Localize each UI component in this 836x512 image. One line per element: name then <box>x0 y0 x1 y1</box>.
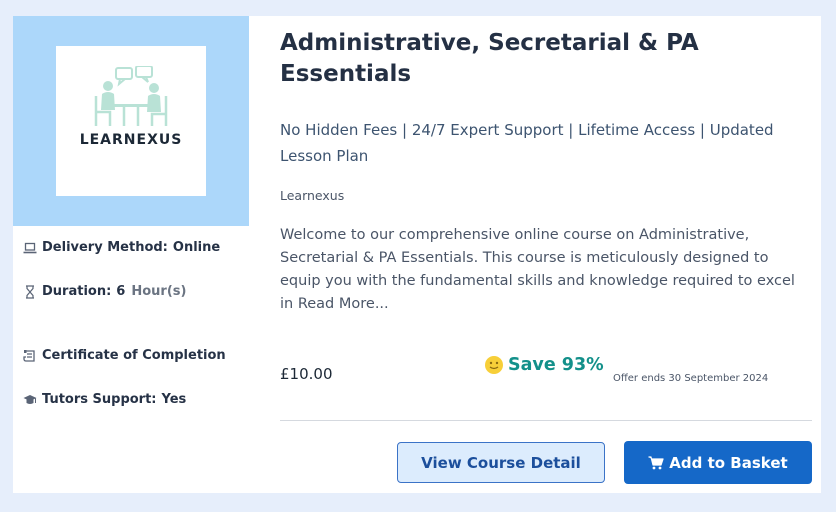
tutors-label: Tutors Support: <box>42 392 157 407</box>
tutors-value: Yes <box>161 392 187 407</box>
read-more-link[interactable]: Read More... <box>298 296 389 312</box>
provider-logo: LEARNEXUS <box>56 46 206 196</box>
cart-icon <box>648 455 664 469</box>
course-thumbnail[interactable]: LEARNEXUS <box>13 16 249 226</box>
course-title[interactable]: Administrative, Secretarial & PA Essenti… <box>280 28 800 90</box>
offer-ends: Offer ends 30 September 2024 <box>613 373 769 384</box>
course-details: Administrative, Secretarial & PA Essenti… <box>280 16 812 493</box>
duration-value: 6 <box>116 284 126 299</box>
certificate: Certificate of Completion <box>23 348 226 363</box>
course-features: No Hidden Fees | 24/7 Expert Support | L… <box>280 121 774 165</box>
certificate-label: Certificate of Completion <box>42 348 226 363</box>
course-price: £10.00 <box>280 365 333 383</box>
delivery-label: Delivery Method: <box>42 240 168 255</box>
save-percentage: Save 93% <box>508 355 604 375</box>
logo-text: LEARNEXUS <box>79 132 183 148</box>
hourglass-icon <box>26 284 34 299</box>
view-course-detail-button[interactable]: View Course Detail <box>397 442 605 483</box>
duration: Duration: 6 Hour(s) <box>23 284 186 299</box>
graduation-cap-icon <box>23 394 37 404</box>
course-card: LEARNEXUS Delivery Method: Online Durati… <box>13 16 821 493</box>
duration-label: Duration: <box>42 284 112 299</box>
tutors-support: Tutors Support: Yes <box>23 392 186 407</box>
meeting-illustration-icon <box>94 66 168 126</box>
certificate-icon <box>23 349 35 362</box>
duration-unit: Hour(s) <box>131 284 187 299</box>
delivery-method: Delivery Method: Online <box>23 240 220 255</box>
course-description: Welcome to our comprehensive online cour… <box>280 224 812 316</box>
add-to-basket-button[interactable]: Add to Basket <box>624 441 812 484</box>
delivery-value: Online <box>172 240 221 255</box>
course-provider: Learnexus <box>280 188 345 203</box>
divider <box>280 420 812 421</box>
course-sidebar: LEARNEXUS Delivery Method: Online Durati… <box>13 16 249 493</box>
laptop-icon <box>23 242 37 253</box>
add-to-basket-label: Add to Basket <box>669 453 788 472</box>
smiley-icon <box>485 356 503 374</box>
save-badge: Save 93% <box>484 355 604 375</box>
